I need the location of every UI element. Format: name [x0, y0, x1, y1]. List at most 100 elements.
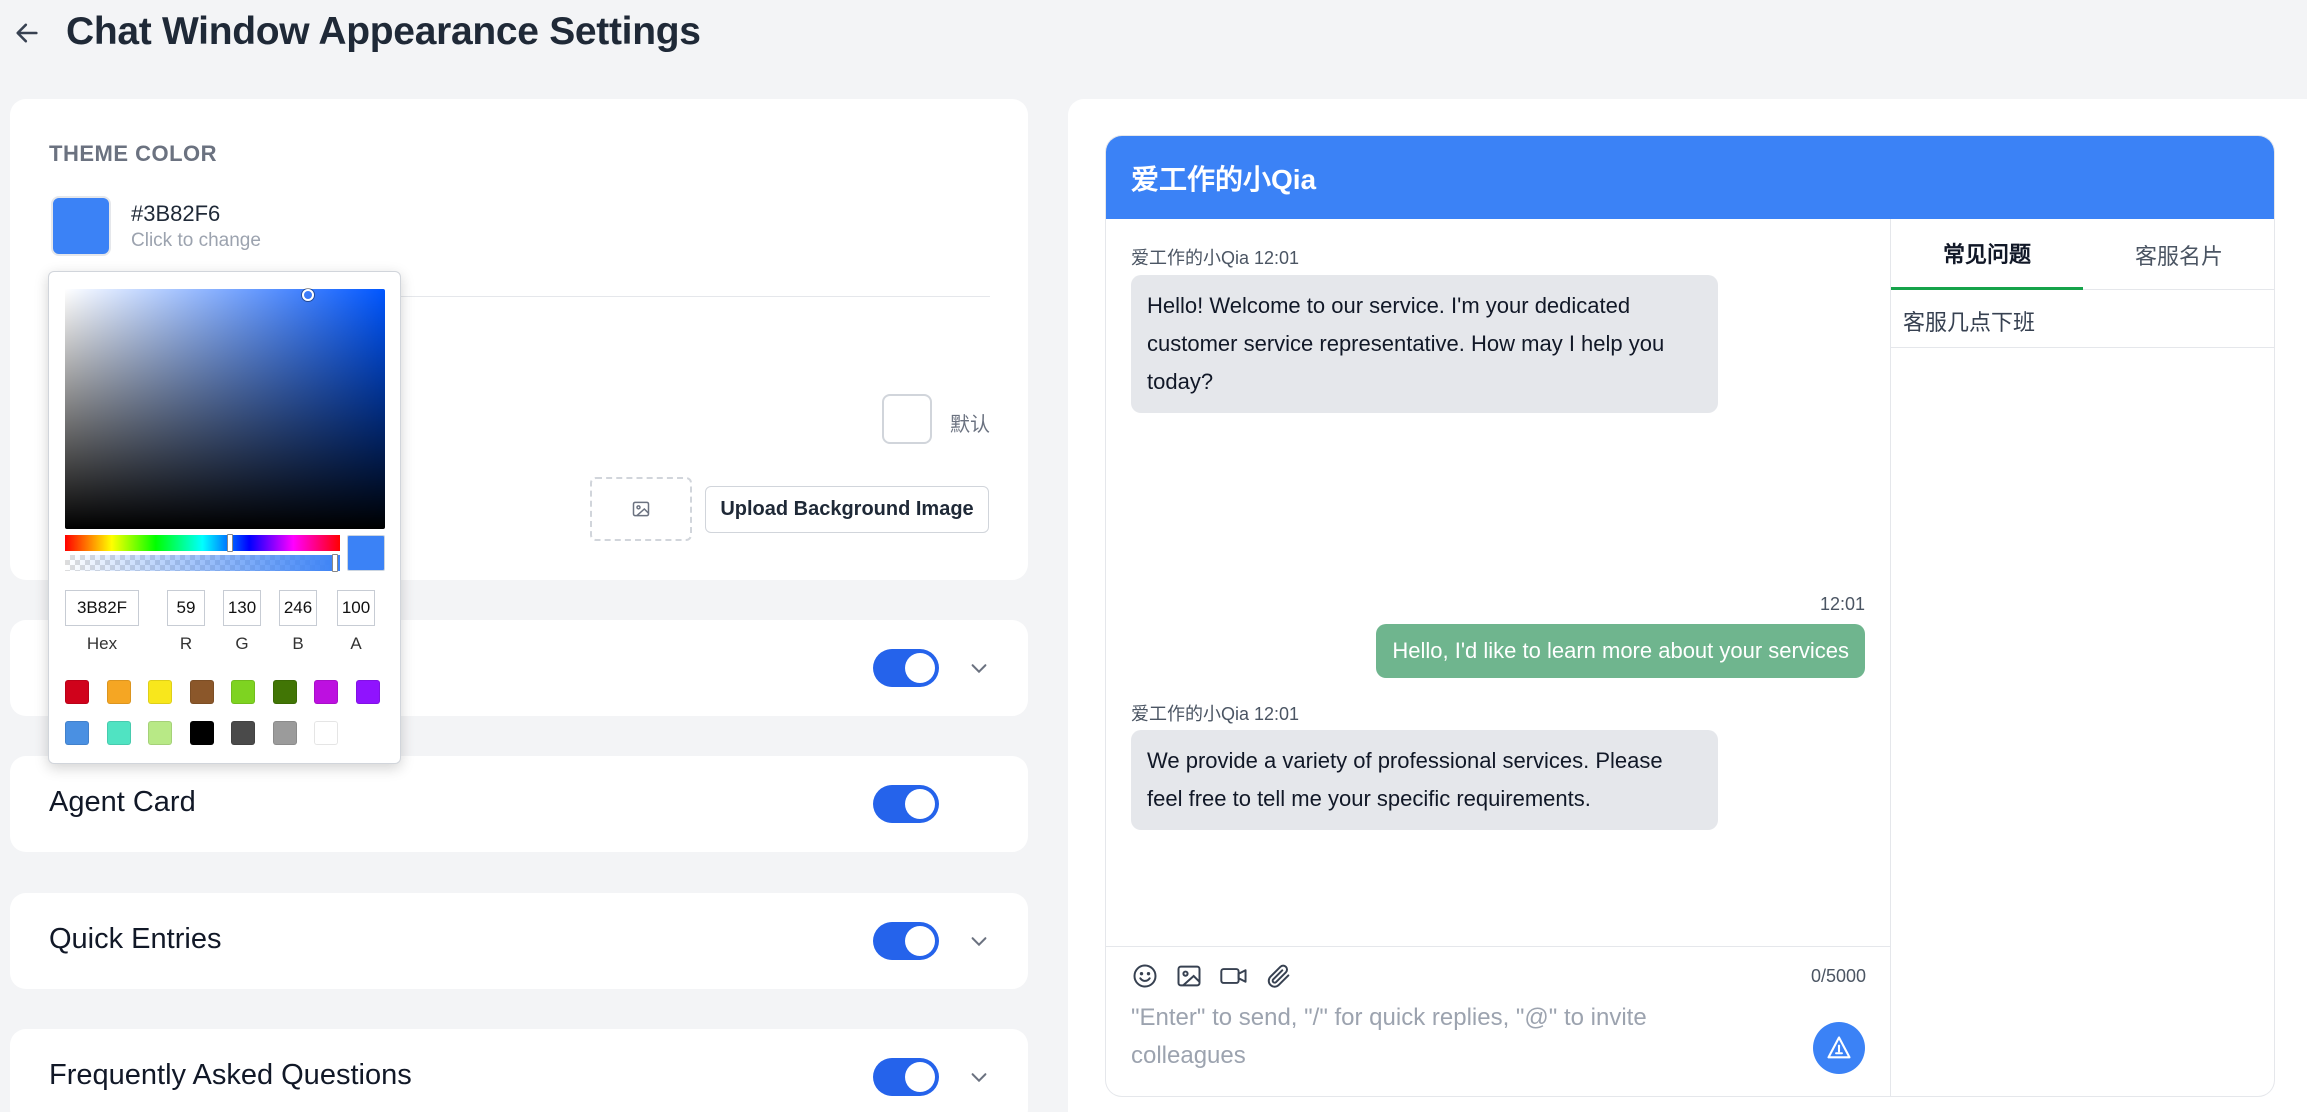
chat-header: 爱工作的小Qia [1106, 136, 2274, 219]
chat-title: 爱工作的小Qia [1131, 164, 1317, 195]
g-label: G [235, 634, 249, 653]
message-meta: 爱工作的小Qia 12:01 [1131, 704, 1300, 724]
theme-color-label: THEME COLOR [49, 141, 218, 166]
hex-field-group: Hex [65, 590, 139, 654]
b-input[interactable] [279, 590, 317, 626]
video-button[interactable] [1219, 961, 1249, 991]
alpha-handle[interactable] [332, 554, 338, 572]
chevron-down-icon [971, 937, 987, 947]
preset-color-swatch[interactable] [106, 721, 131, 745]
theme-color-hint: Click to change [131, 230, 261, 251]
r-field-group: R [167, 590, 205, 654]
agent-card-toggle[interactable] [873, 785, 939, 823]
color-preview-swatch [347, 535, 385, 571]
preset-color-swatch[interactable] [65, 721, 89, 745]
saturation-value-area[interactable] [65, 289, 385, 529]
tab-faq[interactable]: 常见问题 [1891, 219, 2083, 290]
preset-color-swatch[interactable] [189, 721, 214, 745]
chat-window: 爱工作的小Qia 爱工作的小Qia 12:01 Hello! Welcome t… [1106, 136, 2274, 1096]
side-tabs: 常见问题 客服名片 [1891, 219, 2274, 290]
preset-color-swatch[interactable] [148, 680, 172, 704]
quick-entries-section: Quick Entries [10, 893, 1028, 989]
section-title-agent-card: Agent Card [49, 786, 196, 818]
message-meta: 爱工作的小Qia 12:01 [1131, 248, 1300, 268]
preset-color-swatch[interactable] [272, 680, 297, 704]
toggle-knob [905, 653, 935, 683]
theme-color-swatch[interactable] [51, 196, 111, 256]
agent-message-bubble: Hello! Welcome to our service. I'm your … [1131, 275, 1718, 413]
toggle-knob [905, 926, 935, 956]
preset-color-swatch[interactable] [106, 680, 131, 704]
g-field-group: G [223, 590, 261, 654]
g-input[interactable] [223, 590, 261, 626]
preset-color-swatch[interactable] [231, 721, 255, 745]
image-icon [632, 501, 650, 517]
page-header: Chat Window Appearance Settings [0, 0, 2307, 70]
agent-message-bubble: We provide a variety of professional ser… [1131, 730, 1718, 830]
faq-toggle[interactable] [873, 1058, 939, 1096]
section-toggle[interactable] [873, 649, 939, 687]
smile-icon [1133, 964, 1157, 988]
attachment-button[interactable] [1264, 961, 1294, 991]
chevron-down-icon [971, 1073, 987, 1083]
b-field-group: B [279, 590, 317, 654]
preset-color-swatch[interactable] [231, 680, 255, 704]
preset-color-swatch[interactable] [314, 680, 338, 704]
quick-entries-toggle[interactable] [873, 922, 939, 960]
background-image-thumbnail[interactable] [590, 477, 692, 541]
a-input[interactable] [337, 590, 375, 626]
preset-color-swatch[interactable] [189, 680, 214, 704]
expand-button[interactable] [965, 927, 993, 955]
faq-list-item[interactable]: 客服几点下班 [1891, 290, 2274, 348]
send-button[interactable] [1813, 1022, 1865, 1074]
chat-preview-panel: 爱工作的小Qia 爱工作的小Qia 12:01 Hello! Welcome t… [1068, 99, 2307, 1112]
paperclip-icon [1267, 964, 1290, 988]
faq-section: Frequently Asked Questions [10, 1029, 1028, 1112]
toggle-knob [905, 789, 935, 819]
preset-color-swatch[interactable] [355, 680, 380, 704]
char-count: 0/5000 [1810, 966, 1866, 986]
image-upload-button[interactable] [1174, 961, 1204, 991]
hue-handle[interactable] [227, 534, 233, 552]
message-input[interactable]: "Enter" to send, "/" for quick replies, … [1131, 999, 1751, 1075]
chevron-down-icon [971, 664, 987, 674]
alpha-slider[interactable] [65, 554, 340, 572]
message-meta: 12:01 [1819, 594, 1865, 614]
theme-color-hex: #3B82F6 [131, 201, 221, 226]
upload-background-button[interactable]: Upload Background Image [705, 486, 989, 533]
toggle-knob [905, 1062, 935, 1092]
default-background-option[interactable] [882, 394, 932, 444]
hex-input[interactable] [65, 590, 139, 626]
chat-side-panel: 常见问题 客服名片 客服几点下班 [1890, 219, 2274, 1096]
preset-color-swatch[interactable] [272, 721, 297, 745]
preset-color-swatch[interactable] [148, 721, 172, 745]
message-list: 爱工作的小Qia 12:01 Hello! Welcome to our ser… [1106, 219, 1890, 946]
back-button[interactable] [12, 18, 42, 48]
saturation-handle[interactable] [302, 289, 314, 301]
preset-color-swatch[interactable] [314, 721, 338, 745]
a-label: A [350, 634, 362, 653]
hue-slider[interactable] [65, 534, 340, 552]
video-icon [1220, 968, 1247, 984]
r-input[interactable] [167, 590, 205, 626]
section-title-quick-entries: Quick Entries [49, 923, 222, 955]
arrow-left-icon [16, 23, 38, 43]
message-composer: 0/5000 "Enter" to send, "/" for quick re… [1106, 946, 1890, 1096]
color-picker-popover: Hex R G B A [48, 271, 401, 764]
send-icon [1827, 1036, 1851, 1059]
user-message-bubble: Hello, I'd like to learn more about your… [1376, 624, 1865, 678]
page-title: Chat Window Appearance Settings [66, 10, 701, 53]
preset-color-swatch[interactable] [65, 680, 89, 704]
image-icon [1177, 965, 1201, 987]
agent-card-section: Agent Card [10, 756, 1028, 852]
expand-button[interactable] [965, 654, 993, 682]
alpha-gradient [65, 555, 340, 571]
emoji-button[interactable] [1130, 961, 1160, 991]
default-background-label: 默认 [950, 414, 990, 436]
tab-agent-card[interactable]: 客服名片 [2083, 219, 2274, 290]
r-label: R [179, 634, 193, 653]
b-label: B [292, 634, 304, 653]
color-fields: Hex R G B A [65, 590, 385, 660]
hex-label: Hex [86, 634, 118, 653]
expand-button[interactable] [965, 1063, 993, 1091]
